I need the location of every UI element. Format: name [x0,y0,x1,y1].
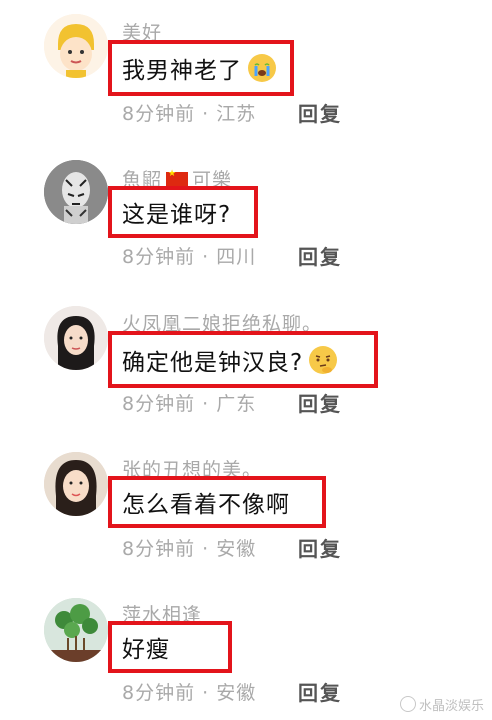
reply-button[interactable]: 回复 [298,533,342,562]
buddha-avatar-icon [44,14,108,78]
avatar[interactable] [44,14,108,78]
separator: · [202,103,210,125]
woman-avatar-icon [44,452,108,516]
separator: · [202,682,210,704]
comment-text: 好瘦 [122,637,170,663]
comment-text: 怎么看着不像啊 [122,492,290,518]
crying-face-icon [248,54,276,82]
comment-text: 我男神老了 [122,58,242,84]
time: 8分钟前 [122,682,196,704]
avatar[interactable] [44,452,108,516]
comment-meta: 8分钟前 · 广东 [122,389,256,416]
separator: · [202,538,210,560]
avatar[interactable] [44,598,108,662]
comment-bubble: 这是谁呀? [108,186,258,238]
avatar[interactable] [44,160,108,224]
comment-bubble: 好瘦 [108,621,232,673]
separator: · [202,393,210,415]
reply-button[interactable]: 回复 [298,241,342,270]
avatar[interactable] [44,306,108,370]
comment-text: 这是谁呀? [122,202,232,228]
comment-meta: 8分钟前 · 四川 [122,242,256,269]
watermark-text: 水晶淡娱乐 [418,699,484,714]
time: 8分钟前 [122,246,196,268]
location: 江苏 [216,103,257,125]
comment-meta: 8分钟前 · 安徽 [122,678,256,705]
location: 广东 [216,393,257,415]
plant-avatar-icon [44,598,108,662]
watermark-logo-icon [399,696,416,712]
reply-button[interactable]: 回复 [298,677,342,706]
time: 8分钟前 [122,538,196,560]
location: 安徽 [216,538,257,560]
reply-button[interactable]: 回复 [298,388,342,417]
separator: · [202,246,210,268]
time: 8分钟前 [122,393,196,415]
comment-bubble: 怎么看着不像啊 [108,476,326,528]
comment-meta: 8分钟前 · 江苏 [122,99,256,126]
woman-avatar-icon [44,306,108,370]
watermark: 水晶淡娱乐 [399,695,484,714]
reply-button[interactable]: 回复 [298,98,342,127]
comment-meta: 8分钟前 · 安徽 [122,534,256,561]
tiger-avatar-icon [44,160,108,224]
comment-bubble: 确定他是钟汉良? [108,331,378,388]
comment-bubble: 我男神老了 [108,40,294,96]
time: 8分钟前 [122,103,196,125]
location: 四川 [216,246,257,268]
comment-text: 确定他是钟汉良? [122,349,304,376]
location: 安徽 [216,682,257,704]
thinking-face-icon [309,345,338,374]
china-flag-icon [166,169,189,187]
